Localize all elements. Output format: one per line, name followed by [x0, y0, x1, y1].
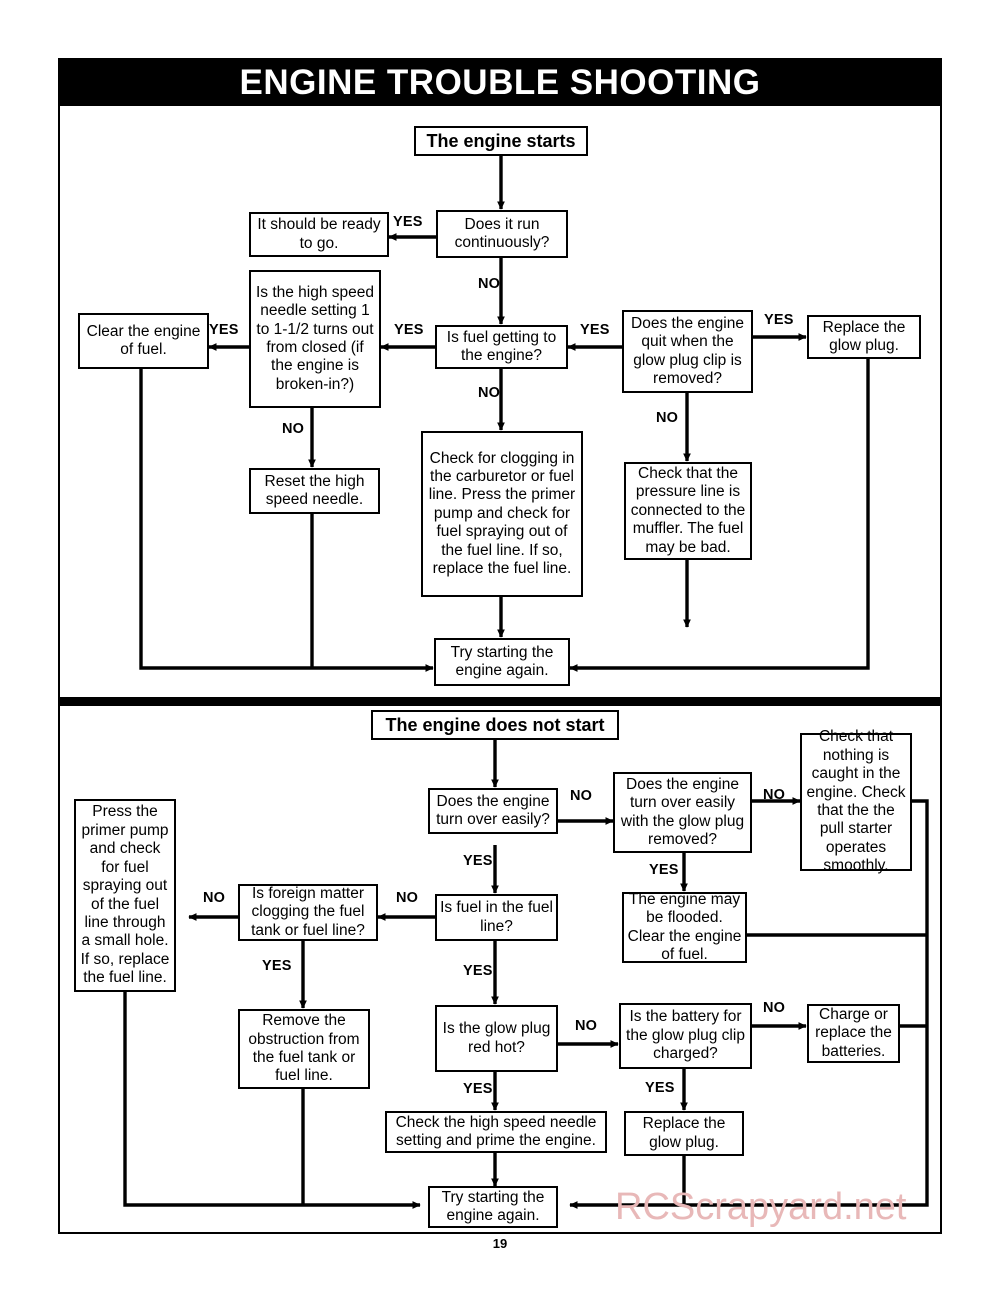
label-yes-engine-quit-right: YES [764, 312, 794, 328]
label-yes-fuel-getting: YES [394, 322, 424, 338]
node-engine-quit: Does the engine quit when the glow plug … [622, 310, 753, 393]
node-check-needle-prime: Check the high speed needle setting and … [385, 1111, 607, 1153]
node-engine-flooded: The engine may be flooded. Clear the eng… [622, 891, 747, 963]
node-ready-to-go: It should be ready to go. [249, 212, 389, 257]
label-no-run-cont: NO [478, 276, 501, 292]
label-yes-fuel-in-line: YES [463, 963, 493, 979]
label-no-battery: NO [763, 1000, 786, 1016]
label-no-turn-over: NO [570, 788, 593, 804]
node-press-primer-pump: Press the primer pump and check for fuel… [74, 799, 176, 992]
watermark: RCScrapyard.net [615, 1186, 907, 1228]
node-clear-engine: Clear the engine of fuel. [78, 313, 209, 369]
node-engine-does-not-start: The engine does not start [371, 710, 619, 740]
label-no-red-hot: NO [575, 1018, 598, 1034]
node-replace-glow-plug: Replace the glow plug. [807, 315, 921, 359]
label-no-high-speed-needle: NO [282, 421, 305, 437]
page-number: 19 [492, 1236, 508, 1251]
node-remove-obstruction: Remove the obstruction from the fuel tan… [238, 1009, 370, 1089]
node-foreign-matter: Is foreign matter clogging the fuel tank… [238, 884, 378, 941]
node-replace-glow-plug-lower: Replace the glow plug. [624, 1111, 744, 1156]
manual-page: ENGINE TROUBLE SHOOTING it should be rea… [0, 0, 1000, 1294]
label-yes-battery: YES [645, 1080, 675, 1096]
label-no-turn-over-plug: NO [763, 787, 786, 803]
page-title: ENGINE TROUBLE SHOOTING [239, 63, 761, 102]
node-battery-charged: Is the battery for the glow plug clip ch… [619, 1003, 752, 1069]
label-yes-turn-over: YES [463, 853, 493, 869]
label-yes-turn-over-plug: YES [649, 862, 679, 878]
section-divider [60, 697, 940, 706]
node-turn-over-glow-removed: Does the engine turn over easily with th… [613, 772, 752, 853]
node-fuel-getting: Is fuel getting to the engine? [435, 325, 568, 369]
node-reset-needle: Reset the high speed needle. [249, 468, 380, 514]
node-try-again-lower: Try starting the engine again. [428, 1186, 558, 1228]
label-no-foreign-matter: NO [203, 890, 226, 906]
label-no-engine-quit: NO [656, 410, 679, 426]
node-does-it-run: Does it run continuously? [436, 210, 568, 258]
label-yes-engine-quit-left: YES [580, 322, 610, 338]
label-no-fuel-in-line: NO [396, 890, 419, 906]
label-no-fuel-getting: NO [478, 385, 501, 401]
node-fuel-in-fuel-line: Is fuel in the fuel line? [435, 894, 558, 941]
node-try-again-upper: Try starting the engine again. [434, 638, 570, 686]
label-yes-high-speed-needle: YES [209, 322, 239, 338]
node-engine-starts: The engine starts [414, 126, 588, 156]
node-check-clogging: Check for clogging in the carburetor or … [421, 431, 583, 597]
node-turn-over-easily: Does the engine turn over easily? [428, 788, 558, 834]
node-check-nothing-caught: Check that nothing is caught in the engi… [800, 728, 912, 874]
label-yes-red-hot: YES [463, 1081, 493, 1097]
label-yes-run-cont: YES [393, 214, 423, 230]
page-title-bar: ENGINE TROUBLE SHOOTING [60, 60, 940, 106]
label-yes-foreign-matter: YES [262, 958, 292, 974]
node-glow-plug-red-hot: Is the glow plug red hot? [435, 1005, 558, 1072]
node-high-speed-needle: Is the high speed needle setting 1 to 1-… [249, 270, 381, 408]
node-check-pressure-line: Check that the pressure line is connecte… [624, 462, 752, 560]
node-charge-batteries: Charge or replace the batteries. [807, 1004, 900, 1063]
